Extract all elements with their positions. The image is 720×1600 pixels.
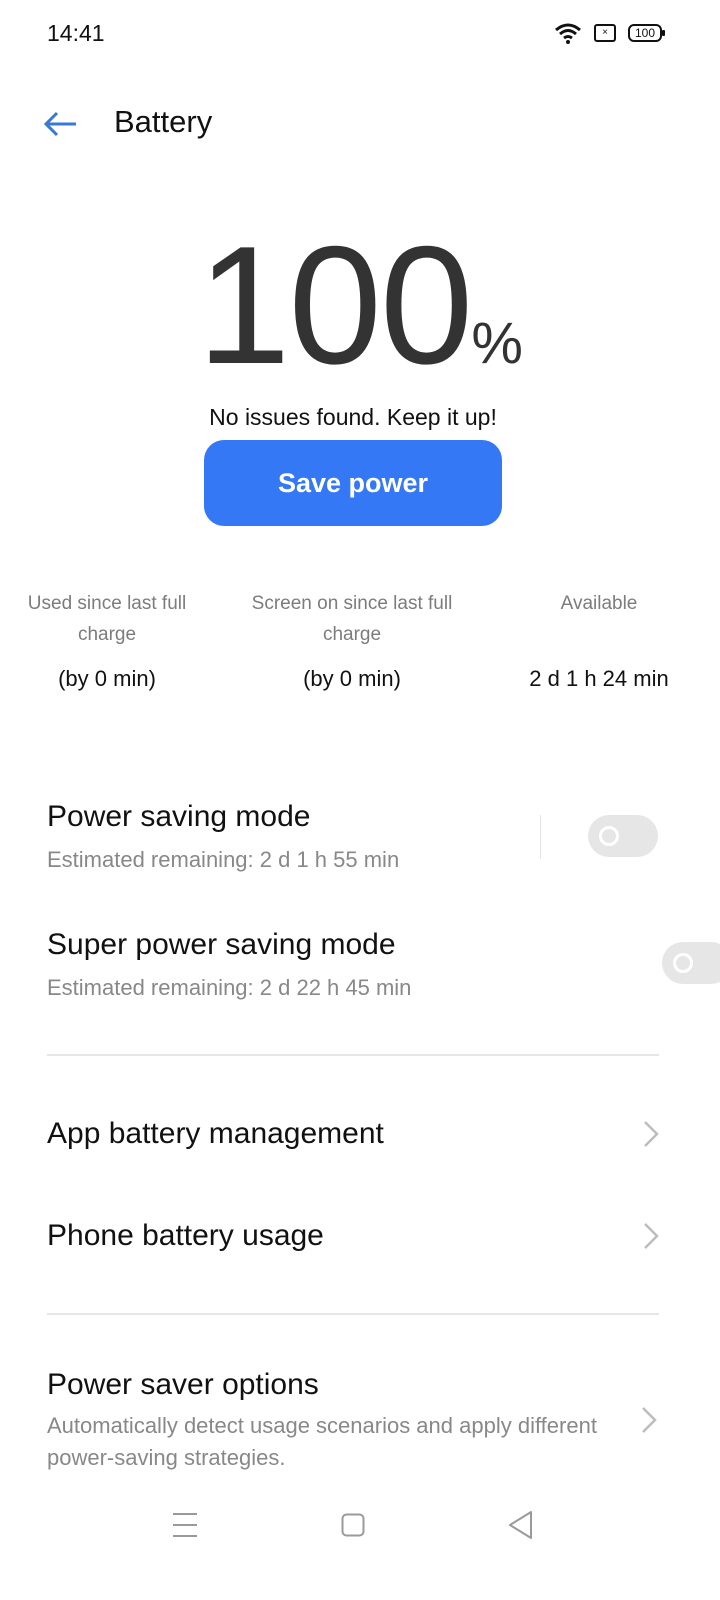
stat-value: (by 0 min) [303, 666, 401, 691]
super-power-saving-mode-row: Super power saving mode Estimated remain… [47, 928, 411, 1001]
home-icon[interactable] [341, 1505, 365, 1545]
battery-percent-sign: % [471, 311, 523, 376]
phone-battery-usage-label: Phone battery usage [47, 1219, 324, 1252]
stat-label: Used since last full charge [27, 593, 187, 645]
section-divider [47, 1313, 659, 1315]
super-power-saving-mode-title: Super power saving mode [47, 928, 396, 961]
arrow-left-icon[interactable] [40, 104, 80, 144]
super-power-saving-mode-estimate: Estimated remaining: 2 d 22 h 45 min [47, 975, 412, 1000]
power-saver-options-item[interactable]: Power saver options Automatically detect… [47, 1368, 607, 1474]
save-power-button[interactable]: Save power [204, 440, 502, 526]
system-navigation-bar [0, 1505, 720, 1545]
status-time: 14:41 [47, 20, 105, 46]
sim-card-icon: × [594, 24, 616, 42]
stat-used-since-charge: Used since last full charge (by 0 min) [12, 588, 202, 692]
phone-battery-usage-item[interactable]: Phone battery usage [47, 1206, 659, 1266]
power-saving-mode-toggle[interactable] [588, 815, 658, 857]
power-saving-mode-row: Power saving mode Estimated remaining: 2… [47, 800, 399, 873]
power-saver-options-title: Power saver options [47, 1368, 319, 1401]
chevron-right-icon[interactable] [641, 1406, 657, 1434]
stat-value: 2 d 1 h 24 min [529, 666, 669, 691]
stat-label: Screen on since last full charge [251, 593, 453, 645]
battery-status-message: No issues found. Keep it up! [209, 404, 497, 430]
chevron-right-icon [644, 1223, 659, 1249]
stat-available: Available 2 d 1 h 24 min [510, 588, 688, 692]
app-battery-management-label: App battery management [47, 1117, 384, 1150]
menu-icon[interactable] [172, 1505, 198, 1545]
stat-value: (by 0 min) [58, 666, 156, 691]
power-saving-mode-estimate: Estimated remaining: 2 d 1 h 55 min [47, 847, 400, 872]
toggle-knob [599, 826, 619, 846]
battery-percent: 100% [0, 220, 720, 390]
stat-screen-on: Screen on since last full charge (by 0 m… [242, 588, 462, 692]
section-divider [47, 1054, 659, 1056]
stat-label: Available [560, 593, 638, 614]
toggle-knob [673, 953, 694, 973]
power-saving-mode-title: Power saving mode [47, 800, 311, 833]
vertical-divider [540, 815, 541, 859]
battery-icon: 100 [628, 24, 665, 42]
battery-percent-value: 100 [197, 211, 473, 399]
page-title: Battery [114, 104, 213, 139]
chevron-right-icon [644, 1121, 659, 1147]
app-battery-management-item[interactable]: App battery management [47, 1104, 659, 1164]
super-power-saving-mode-toggle[interactable] [662, 942, 720, 984]
wifi-icon [555, 23, 581, 44]
power-saver-options-description: Automatically detect usage scenarios and… [47, 1413, 597, 1470]
status-icons: × 100 [554, 22, 665, 44]
back-triangle-icon[interactable] [507, 1505, 533, 1545]
